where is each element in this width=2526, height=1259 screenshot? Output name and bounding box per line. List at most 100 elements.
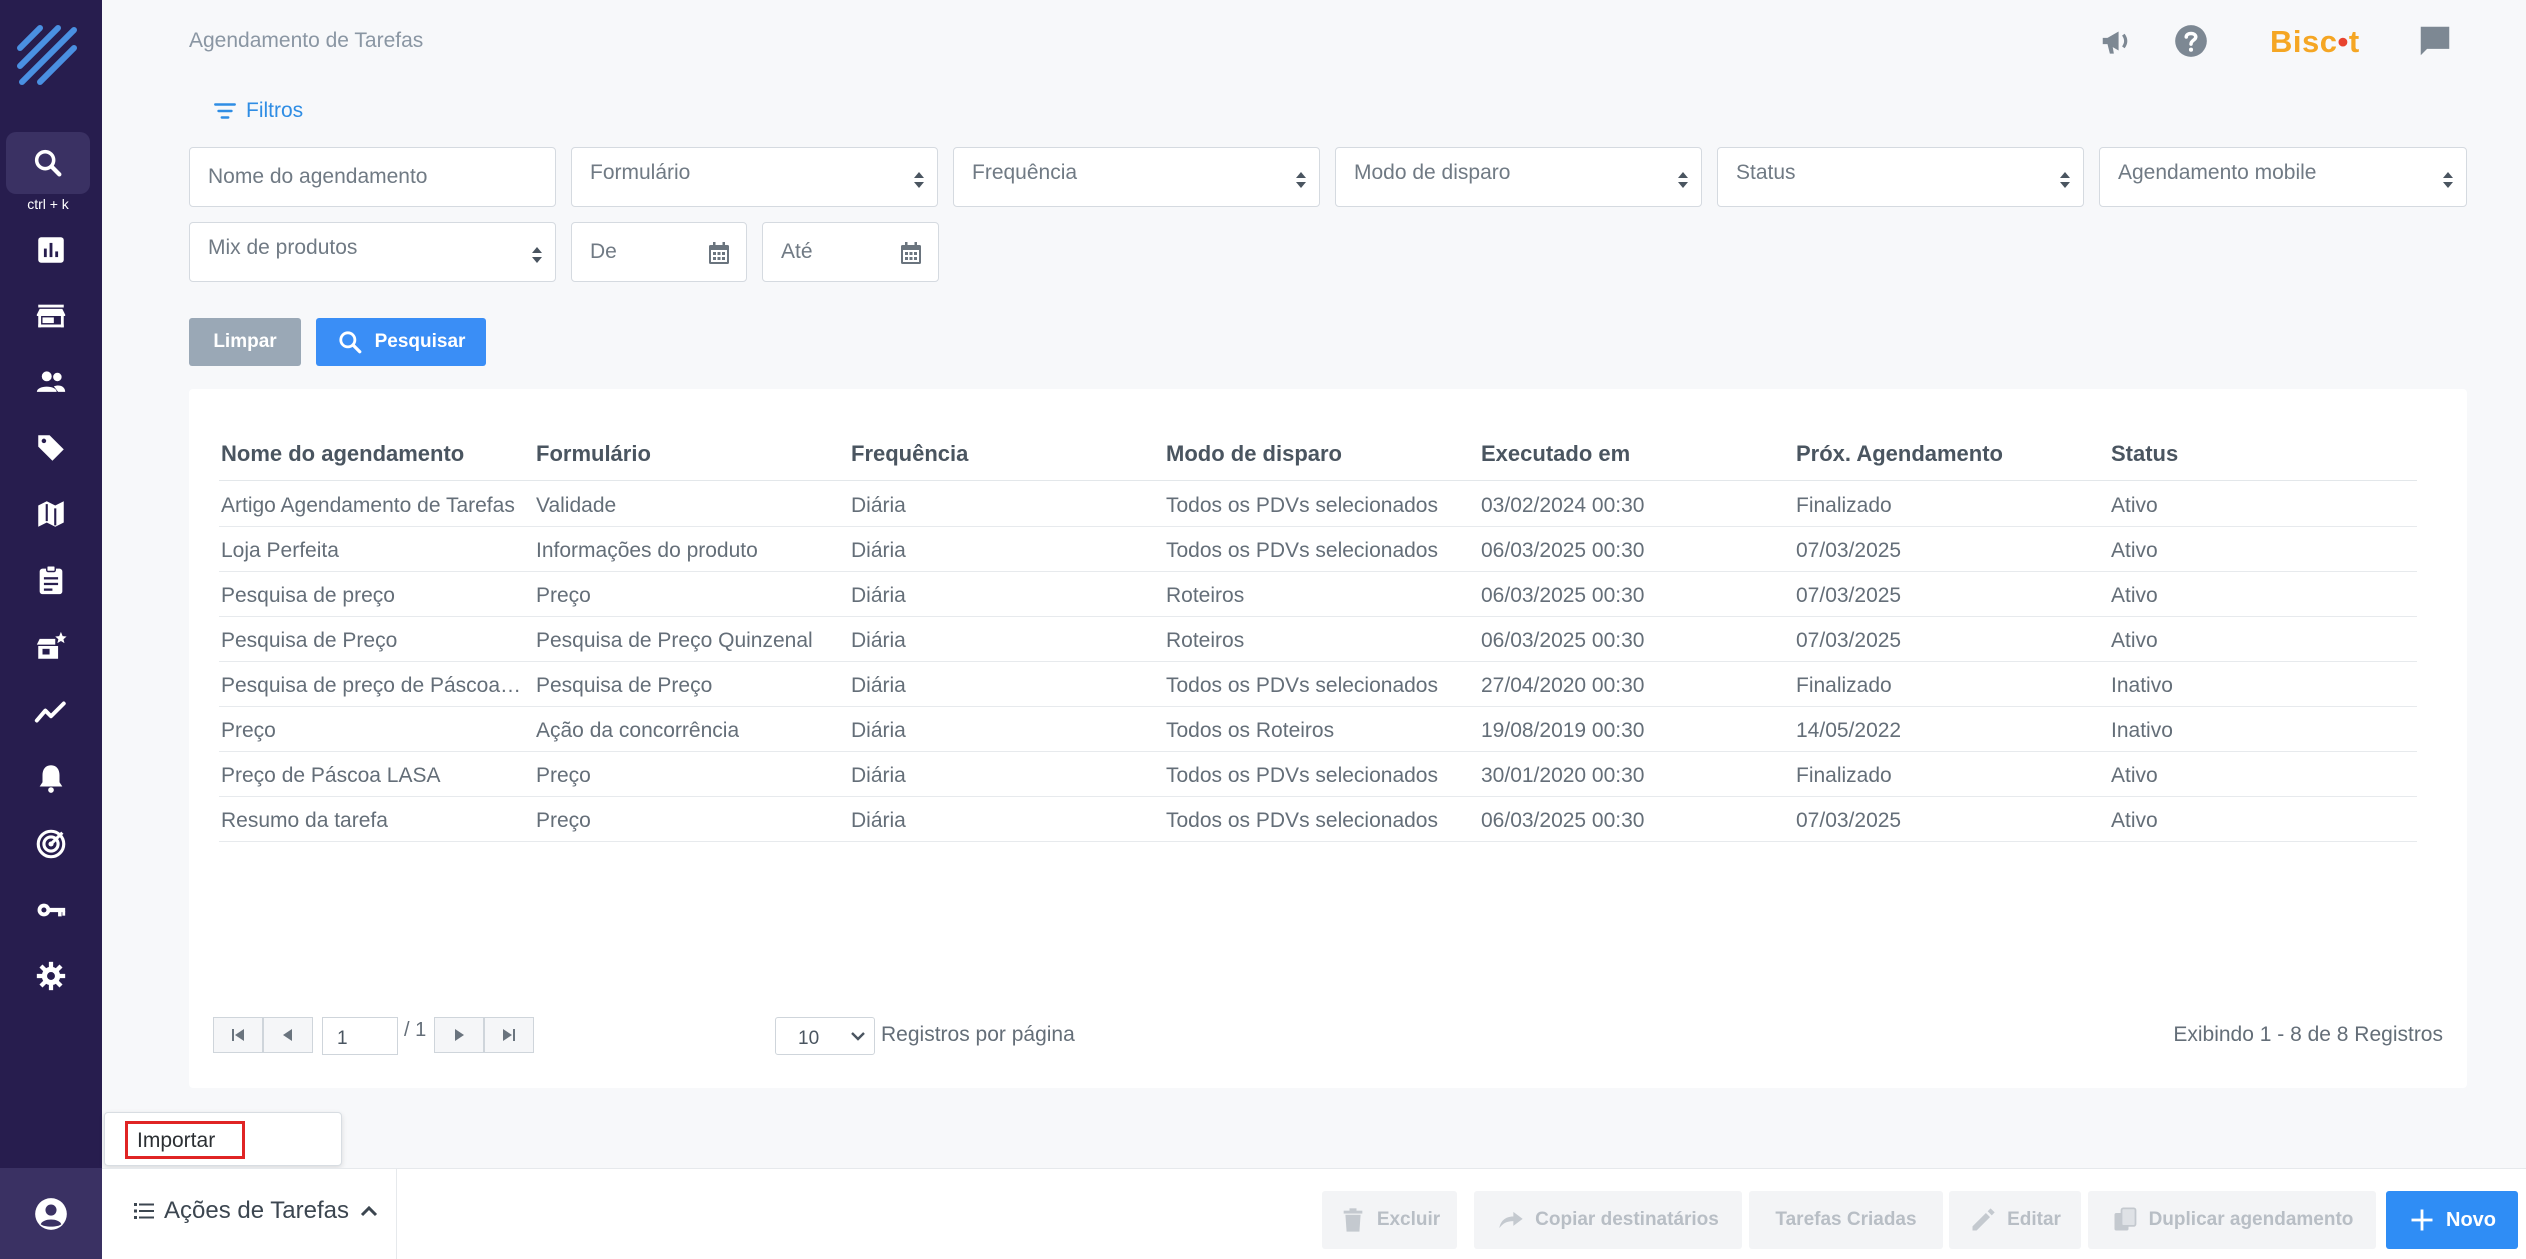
edit-label: Editar [2007, 1209, 2061, 1230]
product-mix-select[interactable]: Mix de produtos [189, 222, 556, 282]
sidebar-item-map[interactable] [0, 484, 102, 544]
filters-toggle[interactable]: Filtros [212, 98, 303, 124]
sidebar-item-notifications[interactable] [0, 748, 102, 808]
sidebar-item-tags[interactable] [0, 418, 102, 478]
prev-page-button[interactable] [263, 1017, 313, 1053]
sidebar-item-analytics[interactable] [0, 682, 102, 742]
sort-arrows-icon [1678, 172, 1688, 188]
table-row[interactable]: Pesquisa de preço Preço Diária Roteiros … [219, 572, 2417, 617]
chat-icon[interactable] [2416, 22, 2454, 60]
last-page-button[interactable] [484, 1017, 534, 1053]
delete-button[interactable]: Excluir [1322, 1191, 1457, 1249]
sidebar-item-access[interactable] [0, 880, 102, 940]
radar-icon [36, 829, 66, 859]
cell-next: 07/03/2025 [1796, 809, 1902, 832]
edit-button[interactable]: Editar [1949, 1191, 2081, 1249]
user-icon [35, 1197, 67, 1230]
sidebar-search-button[interactable] [6, 132, 90, 194]
next-page-icon [455, 1029, 464, 1041]
column-header-next[interactable]: Próx. Agendamento [1796, 441, 2003, 467]
table-row[interactable]: Loja Perfeita Informações do produto Diá… [219, 527, 2417, 572]
schedules-table-card: Nome do agendamento Formulário Frequênci… [189, 389, 2467, 1088]
column-header-frequency[interactable]: Frequência [851, 441, 968, 467]
cell-trigger: Roteiros [1166, 584, 1245, 607]
cell-name: Pesquisa de preço [221, 584, 395, 607]
new-button[interactable]: Novo [2386, 1191, 2518, 1249]
sidebar-item-stores[interactable] [0, 286, 102, 346]
status-select-label: Status [1736, 161, 1796, 184]
chart-icon [38, 237, 64, 263]
cell-frequency: Diária [851, 494, 906, 517]
copy-recipients-button[interactable]: Copiar destinatários [1474, 1191, 1742, 1249]
sort-arrows-icon [914, 172, 924, 188]
trigger-mode-select[interactable]: Modo de disparo [1335, 147, 1702, 207]
cell-status: Inativo [2111, 674, 2173, 697]
date-to-placeholder: Até [781, 240, 813, 263]
gear-icon [36, 961, 66, 991]
sidebar-item-reports[interactable] [0, 220, 102, 280]
map-icon [38, 501, 64, 527]
help-icon[interactable] [2172, 22, 2210, 60]
sidebar-item-featured-stores[interactable] [0, 616, 102, 676]
table-row[interactable]: Artigo Agendamento de Tarefas Validade D… [219, 482, 2417, 527]
table-row[interactable]: Pesquisa de preço de Páscoa 2020 Pesquis… [219, 662, 2417, 707]
table-row[interactable]: Resumo da tarefa Preço Diária Todos os P… [219, 797, 2417, 842]
task-actions-toggle[interactable]: Ações de Tarefas [132, 1197, 381, 1225]
table-row[interactable]: Pesquisa de Preço Pesquisa de Preço Quin… [219, 617, 2417, 662]
search-button[interactable]: Pesquisar [316, 318, 486, 366]
plus-icon [2411, 1209, 2433, 1231]
mobile-schedule-select[interactable]: Agendamento mobile [2099, 147, 2467, 207]
column-header-form[interactable]: Formulário [536, 441, 651, 467]
new-label: Novo [2446, 1208, 2496, 1231]
created-tasks-button[interactable]: Tarefas Criadas [1749, 1191, 1943, 1249]
task-actions-label: Ações de Tarefas [164, 1197, 350, 1224]
status-select[interactable]: Status [1717, 147, 2084, 207]
cell-status: Ativo [2111, 584, 2158, 607]
column-header-status[interactable]: Status [2111, 441, 2178, 467]
cell-next: Finalizado [1796, 764, 1892, 787]
sidebar-item-settings[interactable] [0, 946, 102, 1006]
first-page-button[interactable] [213, 1017, 263, 1053]
schedule-name-input[interactable]: Nome do agendamento [189, 147, 556, 207]
table-row[interactable]: Preço de Páscoa LASA Preço Diária Todos … [219, 752, 2417, 797]
cell-name: Loja Perfeita [221, 539, 339, 562]
next-page-button[interactable] [434, 1017, 484, 1053]
import-menu-item[interactable]: Importar [125, 1121, 353, 1159]
first-page-icon [232, 1029, 244, 1041]
sort-arrows-icon [2060, 172, 2070, 188]
cell-frequency: Diária [851, 584, 906, 607]
table-row[interactable]: Preço Ação da concorrência Diária Todos … [219, 707, 2417, 752]
cell-trigger: Todos os PDVs selecionados [1166, 764, 1438, 787]
cell-frequency: Diária [851, 764, 906, 787]
column-header-trigger[interactable]: Modo de disparo [1166, 441, 1342, 467]
sidebar-item-radar[interactable] [0, 814, 102, 874]
cell-next: 07/03/2025 [1796, 539, 1902, 562]
page-number-input[interactable]: 1 [322, 1017, 398, 1055]
cell-status: Ativo [2111, 629, 2158, 652]
duplicate-schedule-button[interactable]: Duplicar agendamento [2088, 1191, 2376, 1249]
pencil-icon [1972, 1208, 1995, 1231]
cell-frequency: Diária [851, 719, 906, 742]
column-header-executed[interactable]: Executado em [1481, 441, 1630, 467]
bell-icon [39, 765, 63, 793]
app-logo-icon[interactable] [14, 22, 80, 88]
cell-frequency: Diária [851, 629, 906, 652]
user-menu-button[interactable] [0, 1168, 102, 1259]
date-to-input[interactable]: Até [762, 222, 939, 282]
date-from-placeholder: De [590, 240, 617, 263]
per-page-select[interactable]: 10 [775, 1017, 875, 1055]
cell-next: 07/03/2025 [1796, 629, 1902, 652]
frequency-select[interactable]: Frequência [953, 147, 1320, 207]
product-mix-select-label: Mix de produtos [208, 236, 358, 259]
form-select[interactable]: Formulário [571, 147, 938, 207]
shop-star-icon [36, 631, 67, 659]
sidebar-item-people[interactable] [0, 352, 102, 412]
megaphone-icon[interactable] [2098, 22, 2136, 60]
clear-button[interactable]: Limpar [189, 318, 301, 366]
cell-executed: 19/08/2019 00:30 [1481, 719, 1645, 742]
cell-name: Pesquisa de Preço [221, 629, 398, 652]
sidebar-item-tasks[interactable] [0, 550, 102, 610]
column-header-name[interactable]: Nome do agendamento [221, 441, 464, 467]
trend-icon [34, 701, 66, 723]
date-from-input[interactable]: De [571, 222, 747, 282]
